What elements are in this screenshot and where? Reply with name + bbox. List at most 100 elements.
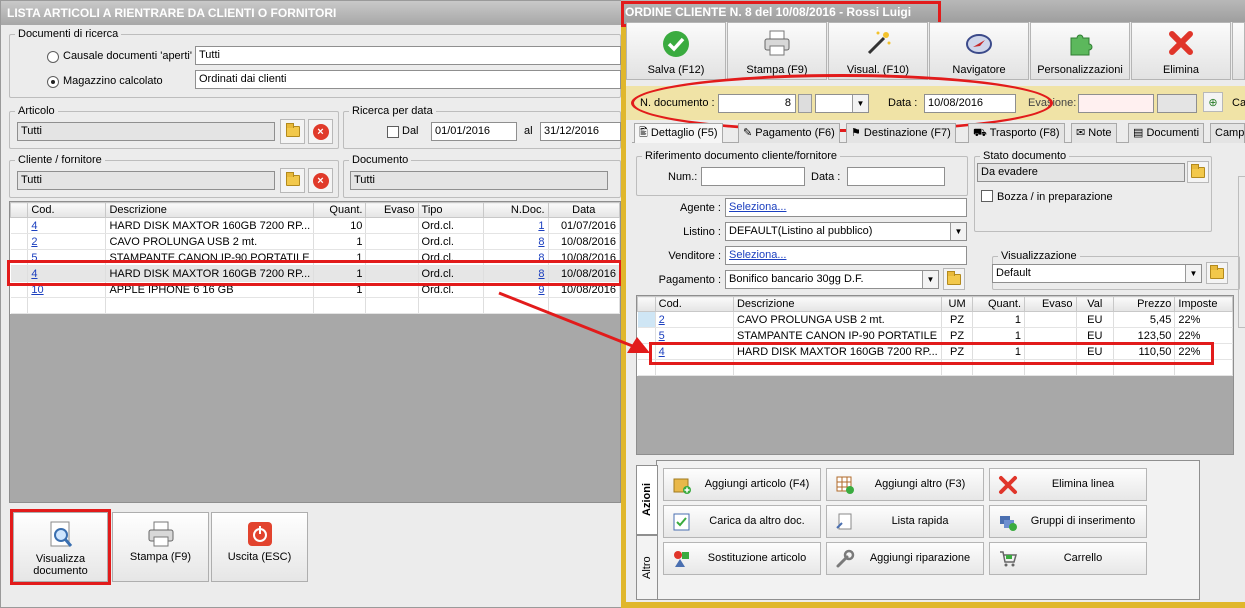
documento-field[interactable]: Tutti xyxy=(350,171,608,190)
order-header-cod[interactable]: Cod. xyxy=(654,296,734,312)
tab-campi[interactable]: Campi xyxy=(1210,123,1245,143)
visualizza-documento-button[interactable]: Visualizza documento xyxy=(13,512,108,582)
toolbar-elimina[interactable]: Elimina xyxy=(1131,22,1231,80)
list-cell-cod-link[interactable]: 4 xyxy=(31,268,37,280)
data2-field[interactable] xyxy=(847,167,945,186)
agente-link[interactable]: Seleziona... xyxy=(729,201,786,213)
list-cell-ndoc-link[interactable]: 8 xyxy=(538,268,544,280)
order-header-qty[interactable]: Quant. xyxy=(972,296,1026,312)
toolbar-personalizzazioni[interactable]: Personalizzazioni xyxy=(1030,22,1130,80)
toolbar-navigatore[interactable]: Navigatore xyxy=(929,22,1029,80)
aggiungi-riparazione-button[interactable]: Aggiungi riparazione xyxy=(826,542,984,575)
table-row[interactable]: 4 HARD DISK MAXTOR 160GB 7200 RP... 1 Ord.c… xyxy=(10,265,621,282)
list-cell-cod-link[interactable]: 5 xyxy=(31,252,37,264)
evasione-calendar-button[interactable]: ⊕ xyxy=(1203,92,1223,112)
list-header-ndoc[interactable]: N.Doc. xyxy=(482,202,549,218)
date-to-field[interactable]: 31/12/2016 xyxy=(540,122,621,141)
list-header-tipo[interactable]: Tipo xyxy=(417,202,484,218)
list-header-cod[interactable]: Cod. xyxy=(27,202,107,218)
toolbar-visual[interactable]: Visual. (F10) xyxy=(828,22,928,80)
table-row-empty[interactable] xyxy=(637,359,1233,376)
sostituzione-articolo-button[interactable]: Sostituzione articolo xyxy=(663,542,821,575)
articolo-folder-button[interactable] xyxy=(280,119,305,144)
list-cell-ndoc[interactable]: 8 xyxy=(483,249,549,266)
tab-dettaglio[interactable]: 🖺 Dettaglio (F5) xyxy=(634,123,723,143)
listino-select[interactable]: DEFAULT(Listino al pubblico) ▼ xyxy=(725,222,967,241)
causale-select[interactable]: Tutti xyxy=(195,46,621,65)
elimina-linea-button[interactable]: Elimina linea xyxy=(989,468,1147,501)
tab-note[interactable]: ✉ Note xyxy=(1071,123,1117,143)
order-cell-cod[interactable]: 4 xyxy=(655,343,734,360)
tab-pagamento[interactable]: ✎ Pagamento (F6) xyxy=(738,123,840,143)
articolo-clear-button[interactable]: × xyxy=(308,119,333,144)
list-header-qty[interactable]: Quant. xyxy=(313,202,367,218)
list-cell-cod[interactable]: 2 xyxy=(27,233,107,250)
list-cell-ndoc-link[interactable]: 1 xyxy=(538,220,544,232)
agente-field[interactable]: Seleziona... xyxy=(725,198,967,217)
aggiungi-articolo-button[interactable]: Aggiungi articolo (F4) xyxy=(663,468,821,501)
list-cell-ndoc[interactable]: 8 xyxy=(483,233,549,250)
evasione-time-field[interactable] xyxy=(1157,94,1197,113)
order-header-desc[interactable]: Descrizione xyxy=(732,296,942,312)
table-row[interactable]: 2 CAVO PROLUNGA USB 2 mt. 1 Ord.cl. 8 10/08/2… xyxy=(10,233,621,250)
list-cell-ndoc-link[interactable]: 8 xyxy=(538,252,544,264)
list-header-evaso[interactable]: Evaso xyxy=(365,202,419,218)
ndoc-field[interactable]: 8 xyxy=(718,94,796,113)
articolo-field[interactable]: Tutti xyxy=(17,122,275,141)
toolbar-salva[interactable]: Salva (F12) xyxy=(626,22,726,80)
table-row[interactable]: 4 HARD DISK MAXTOR 160GB 7200 RP... PZ 1 EU 1… xyxy=(637,343,1233,360)
cliente-clear-button[interactable]: × xyxy=(308,168,333,193)
pagamento-select[interactable]: Bonifico bancario 30gg D.F. ▼ xyxy=(725,270,939,289)
gruppi-inserimento-button[interactable]: Gruppi di inserimento xyxy=(989,505,1147,538)
evasione-field[interactable] xyxy=(1078,94,1154,113)
magazzino-select[interactable]: Ordinati dai clienti xyxy=(195,70,621,89)
vis-folder-button[interactable] xyxy=(1206,262,1228,284)
vtab-azioni[interactable]: Azioni xyxy=(636,465,658,535)
order-header-val[interactable]: Val xyxy=(1075,296,1115,312)
table-row[interactable]: 4 HARD DISK MAXTOR 160GB 7200 RP... 10 Ord.… xyxy=(10,217,621,234)
list-cell-cod-link[interactable]: 2 xyxy=(31,236,37,248)
venditore-field[interactable]: Seleziona... xyxy=(725,246,967,265)
vis-select[interactable]: Default ▼ xyxy=(992,264,1202,283)
uscita-button[interactable]: Uscita (ESC) xyxy=(211,512,308,582)
cliente-field[interactable]: Tutti xyxy=(17,171,275,190)
data-field[interactable]: 10/08/2016 xyxy=(924,94,1016,113)
venditore-link[interactable]: Seleziona... xyxy=(729,249,786,261)
stampa-button[interactable]: Stampa (F9) xyxy=(112,512,209,582)
list-cell-ndoc-link[interactable]: 8 xyxy=(538,236,544,248)
num-field[interactable] xyxy=(701,167,805,186)
list-cell-cod[interactable]: 4 xyxy=(27,265,107,282)
list-header-data[interactable]: Data xyxy=(547,202,621,218)
tab-trasporto[interactable]: ⛟ Trasporto (F8) xyxy=(968,123,1065,143)
stato-folder-button[interactable] xyxy=(1187,161,1209,183)
list-cell-ndoc[interactable]: 1 xyxy=(483,217,549,234)
list-cell-cod[interactable]: 5 xyxy=(27,249,107,266)
list-cell-ndoc[interactable]: 8 xyxy=(483,265,549,282)
toolbar-more[interactable] xyxy=(1232,22,1245,80)
tab-destinazione[interactable]: ⚑ Destinazione (F7) xyxy=(846,123,956,143)
list-header-desc[interactable]: Descrizione xyxy=(105,202,315,218)
toolbar-stampa[interactable]: Stampa (F9) xyxy=(727,22,827,80)
pagamento-folder-button[interactable] xyxy=(943,268,965,290)
order-cell-cod-link[interactable]: 4 xyxy=(659,346,665,358)
ndoc-suffix-select[interactable]: ▼ xyxy=(815,94,869,113)
vtab-altro[interactable]: Altro xyxy=(636,535,658,600)
list-cell-cod[interactable]: 4 xyxy=(27,217,107,234)
table-row[interactable]: 5 STAMPANTE CANON IP-90 PORTATILE PZ 1 EU 123… xyxy=(637,327,1233,344)
tab-documenti[interactable]: ▤ Documenti xyxy=(1128,123,1205,143)
table-row[interactable]: 5 STAMPANTE CANON IP-90 PORTATILE 1 Ord.cl.… xyxy=(10,249,621,266)
table-row[interactable]: 2 CAVO PROLUNGA USB 2 mt. PZ 1 EU 5,45 22% xyxy=(637,311,1233,328)
order-cell-cod[interactable]: 5 xyxy=(655,327,734,344)
radio-causale[interactable] xyxy=(47,51,59,63)
order-cell-cod-link[interactable]: 5 xyxy=(659,330,665,342)
date-from-field[interactable]: 01/01/2016 xyxy=(431,122,517,141)
list-cell-cod-link[interactable]: 10 xyxy=(31,284,43,296)
order-header-prezzo[interactable]: Prezzo xyxy=(1113,296,1176,312)
bozza-checkbox[interactable] xyxy=(981,190,993,202)
ndoc-spin-button[interactable] xyxy=(798,94,812,113)
list-cell-cod-link[interactable]: 4 xyxy=(31,220,37,232)
list-cell-cod[interactable]: 10 xyxy=(27,281,107,298)
dal-checkbox[interactable] xyxy=(387,126,399,138)
order-cell-cod-link[interactable]: 2 xyxy=(659,314,665,326)
order-header-evaso[interactable]: Evaso xyxy=(1024,296,1077,312)
